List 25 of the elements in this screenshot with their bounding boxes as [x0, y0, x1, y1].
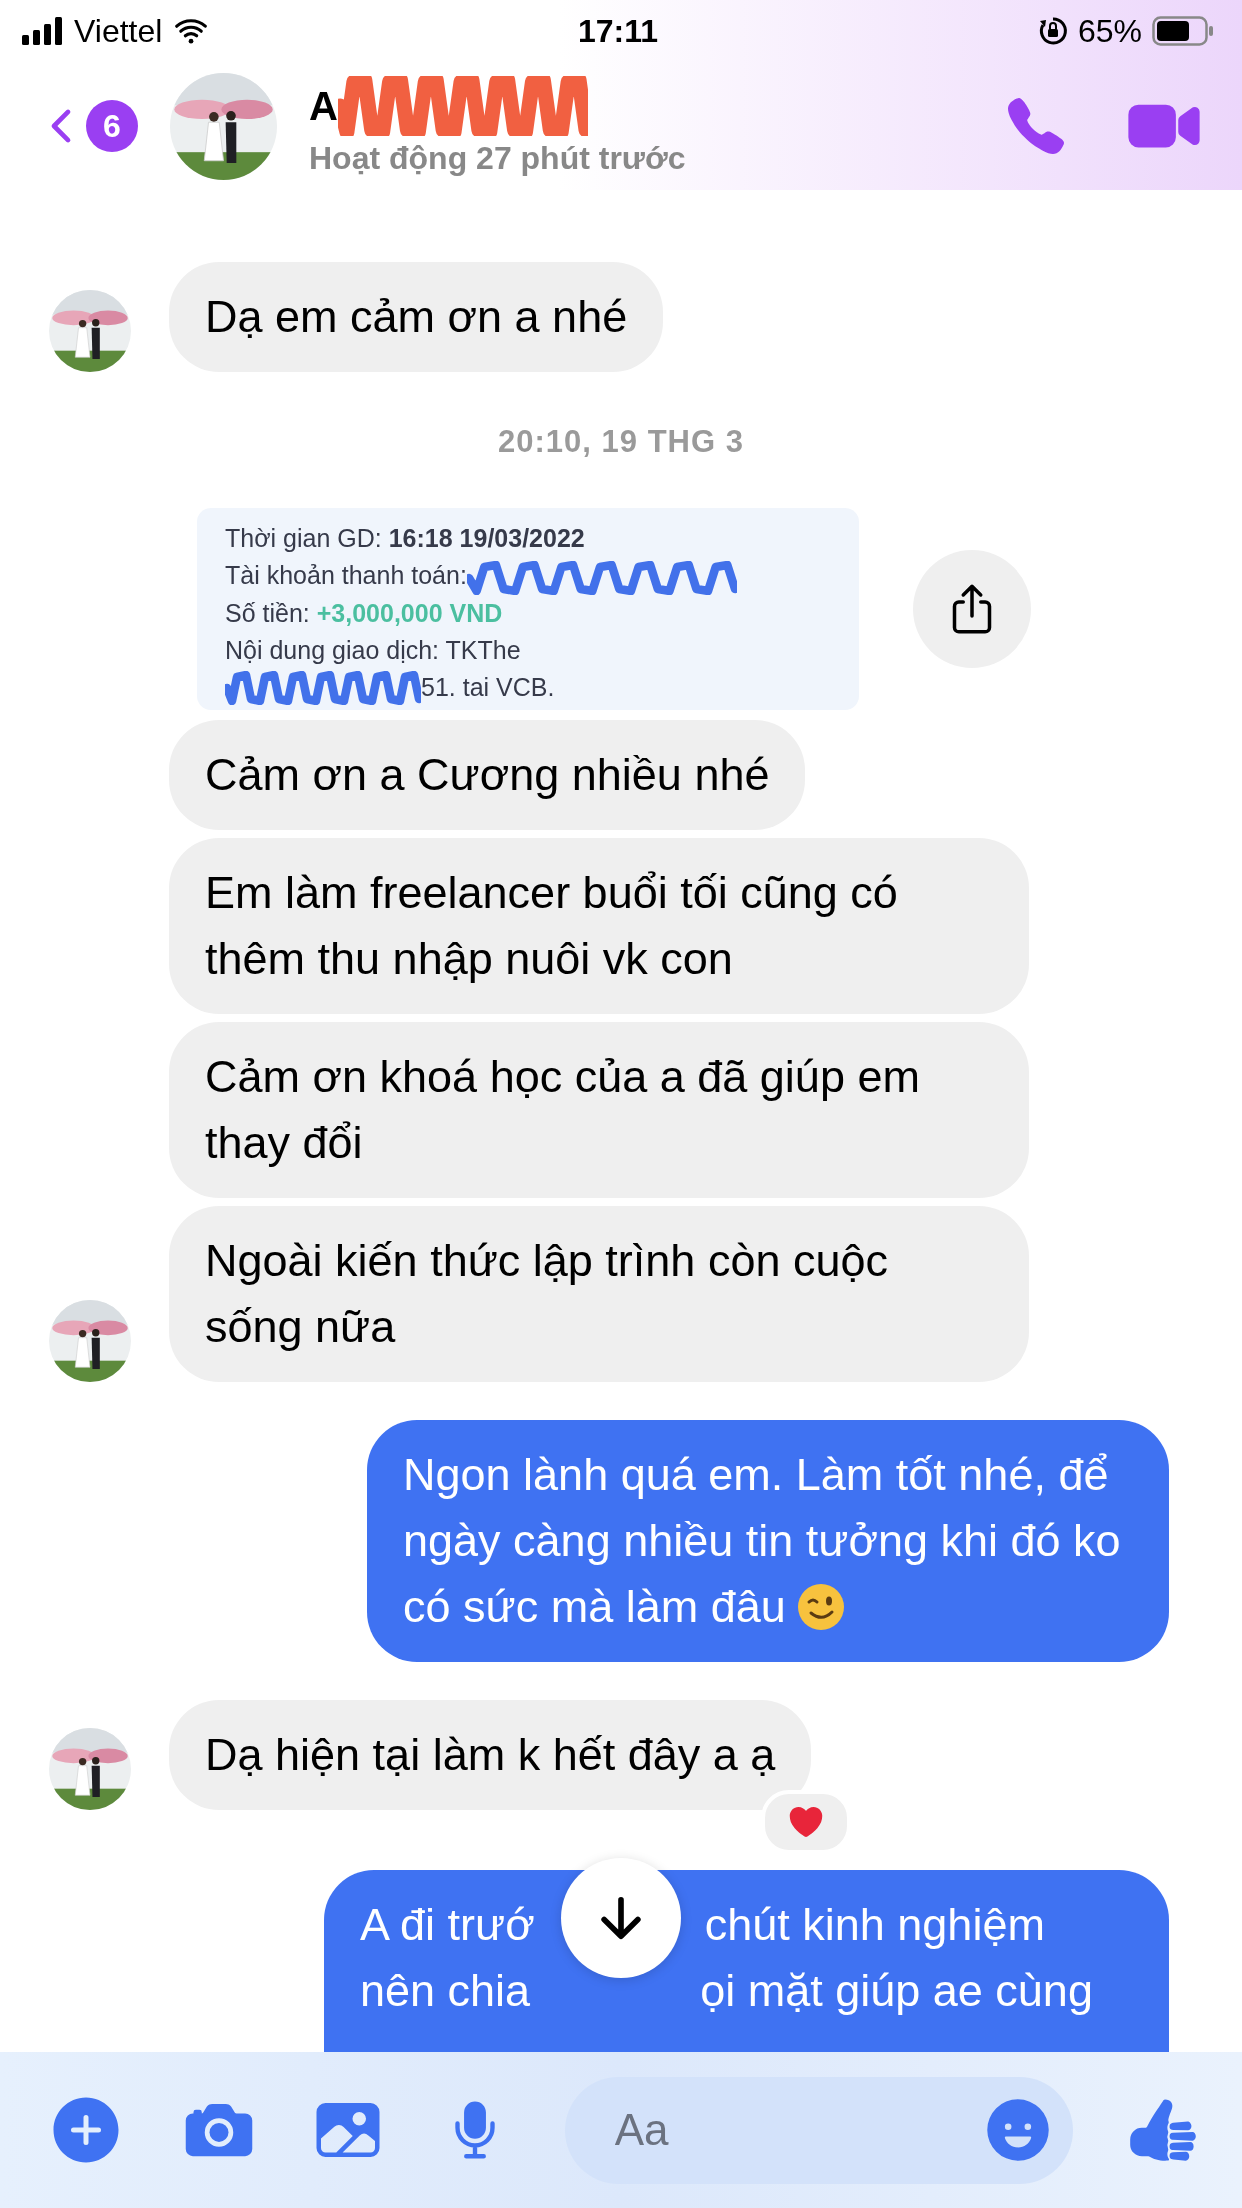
- message-text: nên chia: [360, 1965, 531, 2016]
- unread-badge: 6: [86, 100, 138, 152]
- message-text: A đi trướ: [360, 1899, 535, 1950]
- active-status: Hoạt động 27 phút trước: [309, 139, 687, 177]
- message-bubble: Cảm ơn khoá học của a đã giúp em thay đổi: [169, 1022, 1029, 1198]
- message-bubble: Ngon lành quá em. Làm tốt nhé, để ngày càng nhiều tin tưởng khi đó ko có sức mà làm đâu: [367, 1420, 1169, 1662]
- receipt-line: Số tiền: +3,000,000 VND: [225, 598, 503, 629]
- clock-time: 17:11: [577, 12, 659, 50]
- message-bubble: Cảm ơn a Cương nhiều nhé: [169, 720, 806, 830]
- contact-name: A: [309, 82, 338, 129]
- message-input[interactable]: Aa: [612, 2104, 983, 2156]
- receipt-line: 51. tai VCB.: [421, 672, 555, 703]
- receipt-line: Thời gian GD: 16:18 19/03/2022: [225, 523, 585, 554]
- receipt-line: Tài khoản thanh toán:: [225, 560, 467, 591]
- message-text: ọi mặt giúp ae cùng: [700, 1965, 1093, 2016]
- message-bubble: Em làm freelancer buổi tối cũng có thêm thu nhập nuôi vk con: [169, 838, 1029, 1014]
- message-field[interactable]: Aa: [564, 2076, 1073, 2184]
- back-button[interactable]: 6: [36, 100, 138, 152]
- message-bubble: Dạ em cảm ơn a nhé: [169, 262, 664, 372]
- message-text: chút kinh nghiệm: [704, 1899, 1045, 1950]
- message-timestamp: 20:10, 19 THG 3: [498, 424, 744, 460]
- receipt-line: Nội dung giao dịch: TKThe: [225, 635, 521, 666]
- battery-percent: 65%: [1077, 12, 1142, 50]
- carrier-name: Viettel: [74, 12, 163, 50]
- message-bubble: Ngoài kiến thức lập trình còn cuộc sống nữa: [169, 1206, 1029, 1382]
